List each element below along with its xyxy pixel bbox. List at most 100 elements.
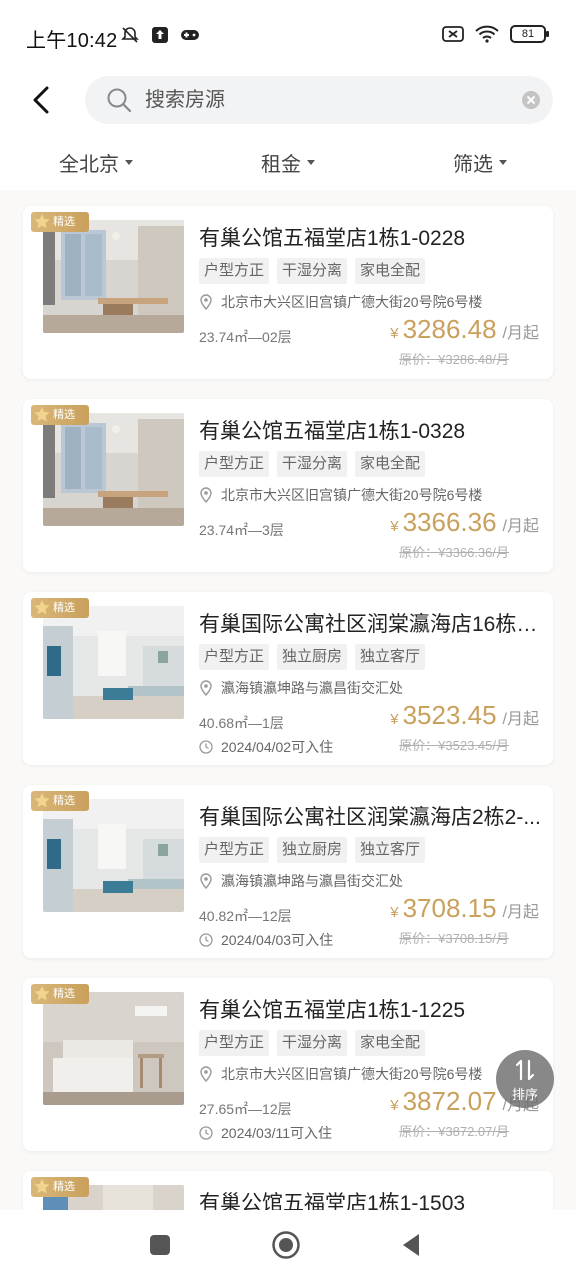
sort-button[interactable]: 排序 bbox=[496, 1050, 554, 1108]
listing-area-floor: 40.82㎡—12层 bbox=[199, 908, 292, 924]
listing-area-floor: 23.74㎡—02层 bbox=[199, 329, 292, 345]
price-value: 3872.07 bbox=[402, 1086, 497, 1116]
featured-badge: 精选 bbox=[31, 1177, 89, 1197]
star-icon bbox=[34, 214, 50, 229]
filter-region-label: 全北京 bbox=[59, 153, 119, 176]
listing-card[interactable]: 精选 有巢公馆五福堂店1栋1-1503 bbox=[23, 1171, 553, 1210]
caret-down-icon bbox=[125, 159, 133, 165]
featured-badge: 精选 bbox=[31, 405, 89, 425]
listing-area-floor: 27.65㎡—12层 bbox=[199, 1101, 292, 1117]
muted-bell-icon bbox=[121, 27, 139, 43]
currency-symbol: ¥ bbox=[390, 711, 399, 728]
featured-badge-label: 精选 bbox=[53, 795, 75, 807]
listing-price: ¥ 3366.36 /月起 bbox=[390, 507, 539, 538]
price-value: 3286.48 bbox=[402, 314, 497, 344]
recent-apps-button[interactable] bbox=[145, 1230, 175, 1260]
listing-address: 北京市大兴区旧宫镇广德大街20号院6号楼 bbox=[199, 1064, 482, 1084]
listing-photo[interactable] bbox=[43, 220, 184, 333]
listing-tag: 家电全配 bbox=[355, 1030, 426, 1056]
listing-card[interactable]: 精选 有巢国际公寓社区润棠瀛海店16栋1... 户型方正 独立厨房 独立客厅 瀛… bbox=[23, 592, 553, 765]
listing-tag: 干湿分离 bbox=[277, 1030, 348, 1056]
price-value: 3708.15 bbox=[402, 893, 497, 923]
listing-card[interactable]: 精选 有巢国际公寓社区润棠瀛海店2栋2-... 户型方正 独立厨房 独立客厅 瀛… bbox=[23, 785, 553, 958]
original-price: 原价：¥3708.15/月 bbox=[399, 931, 509, 946]
price-value: 3366.36 bbox=[402, 507, 497, 537]
search-input[interactable] bbox=[145, 84, 505, 116]
status-time: 上午10:42 bbox=[26, 30, 118, 52]
sort-button-label: 排序 bbox=[511, 1087, 538, 1102]
listing-tags: 户型方正 干湿分离 家电全配 bbox=[199, 451, 426, 477]
listing-tags: 户型方正 干湿分离 家电全配 bbox=[199, 258, 426, 284]
listing-tag: 家电全配 bbox=[355, 258, 426, 284]
featured-badge: 精选 bbox=[31, 212, 89, 232]
price-unit: /月起 bbox=[502, 518, 539, 535]
listing-photo[interactable] bbox=[43, 606, 184, 719]
clear-icon[interactable] bbox=[521, 90, 541, 110]
listing-tag: 独立客厅 bbox=[355, 644, 426, 670]
battery-indicator: 81 bbox=[510, 25, 549, 43]
listing-photo[interactable] bbox=[43, 992, 184, 1105]
listing-address: 北京市大兴区旧宫镇广德大街20号院6号楼 bbox=[199, 292, 482, 312]
listing-photo[interactable] bbox=[43, 799, 184, 912]
original-price: 原价：¥3523.45/月 bbox=[399, 738, 509, 753]
listing-tags: 户型方正 独立厨房 独立客厅 bbox=[199, 837, 426, 863]
star-icon bbox=[34, 986, 50, 1001]
home-button[interactable] bbox=[271, 1230, 301, 1260]
listing-price: ¥ 3708.15 /月起 bbox=[390, 893, 539, 924]
listing-tag: 户型方正 bbox=[199, 837, 270, 863]
header bbox=[0, 64, 576, 136]
listing-tag: 干湿分离 bbox=[277, 258, 348, 284]
listing-address: 瀛海镇瀛坤路与瀛昌街交汇处 bbox=[199, 871, 403, 891]
price-unit: /月起 bbox=[502, 904, 539, 921]
price-value: 3523.45 bbox=[402, 700, 497, 730]
original-price: 原价：¥3286.48/月 bbox=[399, 352, 509, 367]
listing-card[interactable]: 精选 有巢公馆五福堂店1栋1-0228 户型方正 干湿分离 家电全配 北京市大兴… bbox=[23, 206, 553, 379]
currency-symbol: ¥ bbox=[390, 1097, 399, 1114]
filter-region[interactable]: 全北京 bbox=[0, 136, 192, 188]
location-pin-icon bbox=[200, 873, 212, 889]
location-pin-icon bbox=[200, 294, 212, 310]
filter-bar: 全北京 租金 筛选 bbox=[0, 136, 576, 188]
price-unit: /月起 bbox=[502, 711, 539, 728]
listing-area-floor: 23.74㎡—3层 bbox=[199, 522, 284, 538]
original-price: 原价：¥3366.36/月 bbox=[399, 545, 509, 560]
filter-more[interactable]: 筛选 bbox=[384, 136, 576, 188]
filter-rent[interactable]: 租金 bbox=[192, 136, 384, 188]
original-price: 原价：¥3872.07/月 bbox=[399, 1124, 509, 1139]
system-nav-bar bbox=[0, 1210, 576, 1280]
featured-badge-label: 精选 bbox=[53, 216, 75, 228]
status-bar: 上午10:42 81 bbox=[0, 0, 576, 64]
search-box[interactable] bbox=[85, 76, 553, 124]
sort-arrows-icon bbox=[515, 1059, 535, 1081]
status-notification-icons bbox=[120, 25, 200, 45]
back-arrow-icon[interactable] bbox=[24, 82, 60, 118]
listing-tag: 独立厨房 bbox=[277, 837, 348, 863]
back-nav-button[interactable] bbox=[396, 1230, 426, 1260]
listing-price: ¥ 3523.45 /月起 bbox=[390, 700, 539, 731]
listing-address: 北京市大兴区旧宫镇广德大街20号院6号楼 bbox=[199, 485, 482, 505]
listing-photo[interactable] bbox=[43, 413, 184, 526]
listing-tag: 独立厨房 bbox=[277, 644, 348, 670]
listing-area-floor: 40.68㎡—1层 bbox=[199, 715, 284, 731]
listing-card[interactable]: 精选 有巢公馆五福堂店1栋1-0328 户型方正 干湿分离 家电全配 北京市大兴… bbox=[23, 399, 553, 572]
featured-badge: 精选 bbox=[31, 598, 89, 618]
gamepad-icon bbox=[181, 30, 199, 40]
currency-symbol: ¥ bbox=[390, 518, 399, 535]
clock-icon bbox=[199, 933, 213, 947]
location-pin-icon bbox=[200, 680, 212, 696]
star-icon bbox=[34, 407, 50, 422]
listing-card[interactable]: 精选 有巢公馆五福堂店1栋1-1225 户型方正 干湿分离 家电全配 北京市大兴… bbox=[23, 978, 553, 1151]
listing-tag: 户型方正 bbox=[199, 644, 270, 670]
availability-text: 2024/04/02可入住 bbox=[221, 739, 334, 755]
listing-list[interactable]: 精选 有巢公馆五福堂店1栋1-0228 户型方正 干湿分离 家电全配 北京市大兴… bbox=[0, 190, 576, 1210]
listing-address-text: 北京市大兴区旧宫镇广德大街20号院6号楼 bbox=[221, 1066, 483, 1082]
location-pin-icon bbox=[200, 487, 212, 503]
listing-title: 有巢国际公寓社区润棠瀛海店16栋1... bbox=[199, 613, 543, 636]
listing-price: ¥ 3286.48 /月起 bbox=[390, 314, 539, 345]
featured-badge-label: 精选 bbox=[53, 602, 75, 614]
featured-badge: 精选 bbox=[31, 984, 89, 1004]
price-unit: /月起 bbox=[502, 325, 539, 342]
listing-tag: 家电全配 bbox=[355, 451, 426, 477]
featured-badge-label: 精选 bbox=[53, 409, 75, 421]
listing-address-text: 瀛海镇瀛坤路与瀛昌街交汇处 bbox=[221, 680, 403, 696]
